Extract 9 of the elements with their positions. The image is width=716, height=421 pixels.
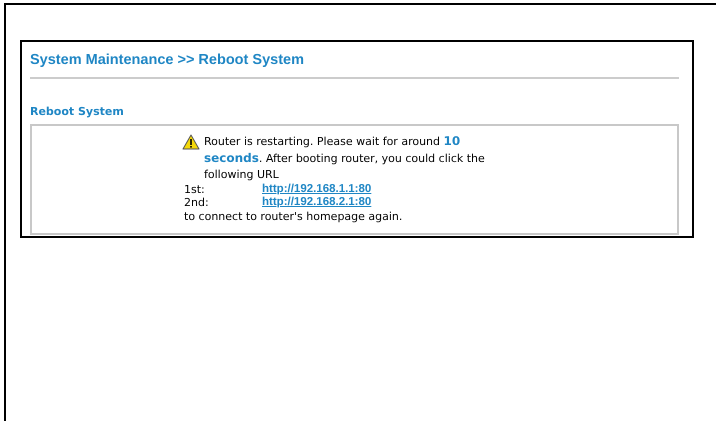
url-label: 1st:	[184, 183, 206, 196]
router-link[interactable]: http://192.168.2.1:80	[262, 196, 372, 209]
warning-icon	[182, 134, 200, 150]
section-title: Reboot System	[30, 105, 124, 119]
closing-text: to connect to router's homepage again.	[184, 210, 402, 223]
url-label: 2nd:	[184, 196, 210, 209]
page-title: System Maintenance >> Reboot System	[30, 51, 304, 70]
router-link[interactable]: http://192.168.1.1:80	[262, 183, 372, 196]
restart-message: Router is restarting. Please wait for around 10 seconds. After booting router, you could click the following URL	[204, 133, 486, 183]
